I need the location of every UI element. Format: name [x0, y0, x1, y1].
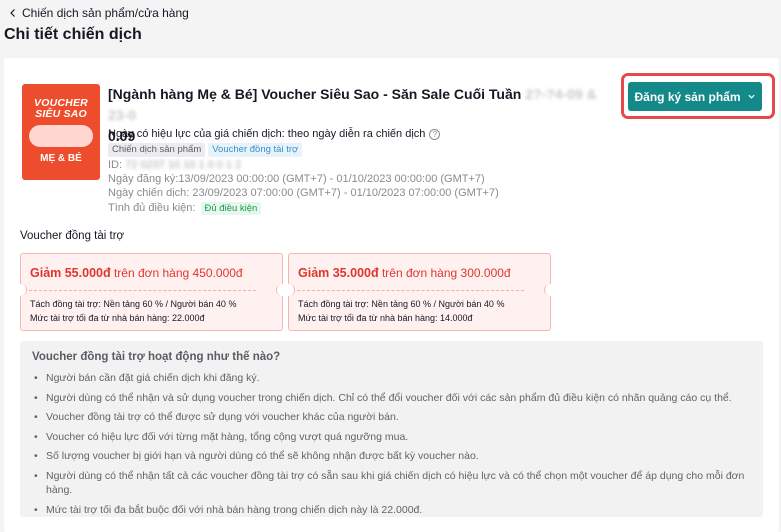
voucher-cap: Mức tài trợ tối đa từ nhà bán hàng: 22.0… — [30, 313, 205, 323]
voucher-card: Giảm 35.000đ trên đơn hàng 300.000đ Tách… — [283, 253, 556, 331]
chevron-down-icon — [747, 94, 755, 99]
eligibility: Tình đủ điều kiện: Đủ điều kiện — [108, 201, 262, 215]
how-it-works-title: Voucher đồng tài trợ hoạt động như thế n… — [32, 351, 281, 363]
register-products-button[interactable]: Đăng ký sản phẩm — [628, 82, 762, 111]
voucher-discount: Giảm 55.000đ — [30, 266, 111, 280]
voucher-discount: Giảm 35.000đ — [298, 266, 379, 280]
voucher-section-label: Voucher đồng tài trợ — [20, 230, 125, 242]
voucher-condition: trên đơn hàng 450.000đ — [110, 266, 243, 280]
eligibility-label: Tình đủ điều kiện: — [108, 202, 196, 214]
voucher-condition: trên đơn hàng 300.000đ — [378, 266, 511, 280]
thumbnail-line3: MẸ & BÉ — [40, 153, 82, 164]
list-item: Voucher có hiệu lực đối với từng mặt hàn… — [32, 430, 752, 445]
list-item: Voucher đồng tài trợ có thể được sử dụng… — [32, 410, 752, 425]
breadcrumb-label: Chiến dịch sản phẩm/cửa hàng — [22, 6, 189, 20]
ticket-notch-left — [283, 284, 295, 296]
list-item: Người dùng có thể nhận tất cả các vouche… — [32, 469, 752, 498]
list-item: Người dùng có thể nhận và sử dụng vouche… — [32, 391, 752, 406]
voucher-split: Tách đồng tài trợ: Nền tảng 60 % / Người… — [30, 299, 237, 309]
voucher-divider — [29, 290, 256, 291]
price-note-text: Ngày có hiệu lực của giá chiến dịch: the… — [108, 128, 426, 140]
campaign-id-label: ID: — [108, 159, 126, 171]
campaign-dates: Ngày chiến dịch: 23/09/2023 07:00:00 (GM… — [108, 187, 499, 199]
thumbnail-blurred-pill — [29, 125, 93, 147]
eligibility-badge: Đủ điều kiện — [200, 202, 262, 215]
list-item: Người bán cần đặt giá chiến dịch khi đăn… — [32, 371, 752, 386]
price-effective-note: Ngày có hiệu lực của giá chiến dịch: the… — [108, 128, 441, 140]
voucher-card: Giảm 55.000đ trên đơn hàng 450.000đ Tách… — [15, 253, 288, 331]
thumbnail-line2: SIÊU SAO — [35, 108, 87, 120]
ticket-notch-left — [15, 284, 27, 296]
voucher-headline: Giảm 35.000đ trên đơn hàng 300.000đ — [298, 266, 511, 280]
voucher-cap: Mức tài trợ tối đa từ nhà bán hàng: 14.0… — [298, 313, 473, 323]
campaign-tags: Chiến dịch sản phẩm Voucher đồng tài trợ — [108, 143, 303, 157]
campaign-card: VOUCHER SIÊU SAO MẸ & BÉ [Ngành hàng Mẹ … — [4, 58, 779, 532]
campaign-id: ID: 72 0237 10 10 1 0 0 1 2 — [108, 158, 241, 172]
page-title: Chi tiết chiến dịch — [4, 26, 142, 43]
help-icon[interactable]: ? — [429, 128, 441, 140]
breadcrumb[interactable]: Chiến dịch sản phẩm/cửa hàng — [8, 6, 189, 20]
register-button-label: Đăng ký sản phẩm — [634, 89, 741, 104]
how-it-works-panel: Voucher đồng tài trợ hoạt động như thế n… — [20, 341, 763, 517]
tag-cofunded-voucher: Voucher đồng tài trợ — [208, 143, 303, 157]
how-it-works-list: Người bán cần đặt giá chiến dịch khi đăn… — [32, 371, 752, 522]
list-item: Mức tài trợ tối đa bắt buộc đối với nhà … — [32, 503, 752, 518]
voucher-headline: Giảm 55.000đ trên đơn hàng 450.000đ — [30, 266, 243, 280]
voucher-divider — [297, 290, 524, 291]
campaign-thumbnail: VOUCHER SIÊU SAO MẸ & BÉ — [22, 84, 100, 180]
ticket-notch-right — [544, 284, 556, 296]
list-item: Số lượng voucher bị giới hạn và người dù… — [32, 449, 752, 464]
registration-dates: Ngày đăng ký:13/09/2023 00:00:00 (GMT+7)… — [108, 173, 485, 185]
campaign-title-main: [Ngành hàng Mẹ & Bé] Voucher Siêu Sao - … — [108, 86, 526, 102]
tag-product-campaign: Chiến dịch sản phẩm — [108, 143, 206, 157]
voucher-split: Tách đồng tài trợ: Nền tảng 60 % / Người… — [298, 299, 505, 309]
chevron-left-icon — [10, 9, 15, 17]
campaign-id-value: 72 0237 10 10 1 0 0 1 2 — [125, 159, 242, 171]
